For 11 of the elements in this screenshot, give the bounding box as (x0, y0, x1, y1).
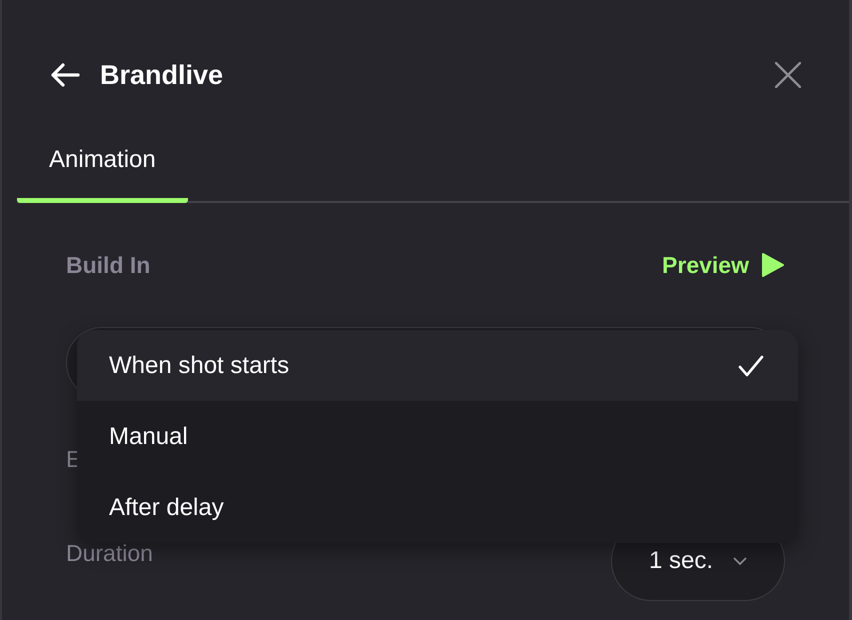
panel-title: Brandlive (100, 60, 224, 90)
close-icon[interactable] (775, 62, 801, 88)
back-arrow-icon[interactable] (50, 63, 80, 87)
play-icon (761, 252, 785, 278)
preview-button[interactable]: Preview (662, 252, 785, 278)
checkmark-icon (738, 354, 764, 376)
menu-item[interactable]: Manual (77, 401, 798, 472)
chevron-down-icon (733, 557, 748, 565)
menu-item[interactable]: When shot starts (77, 330, 798, 401)
section-title: Build In (66, 252, 150, 278)
tab[interactable]: Animation (17, 140, 188, 203)
